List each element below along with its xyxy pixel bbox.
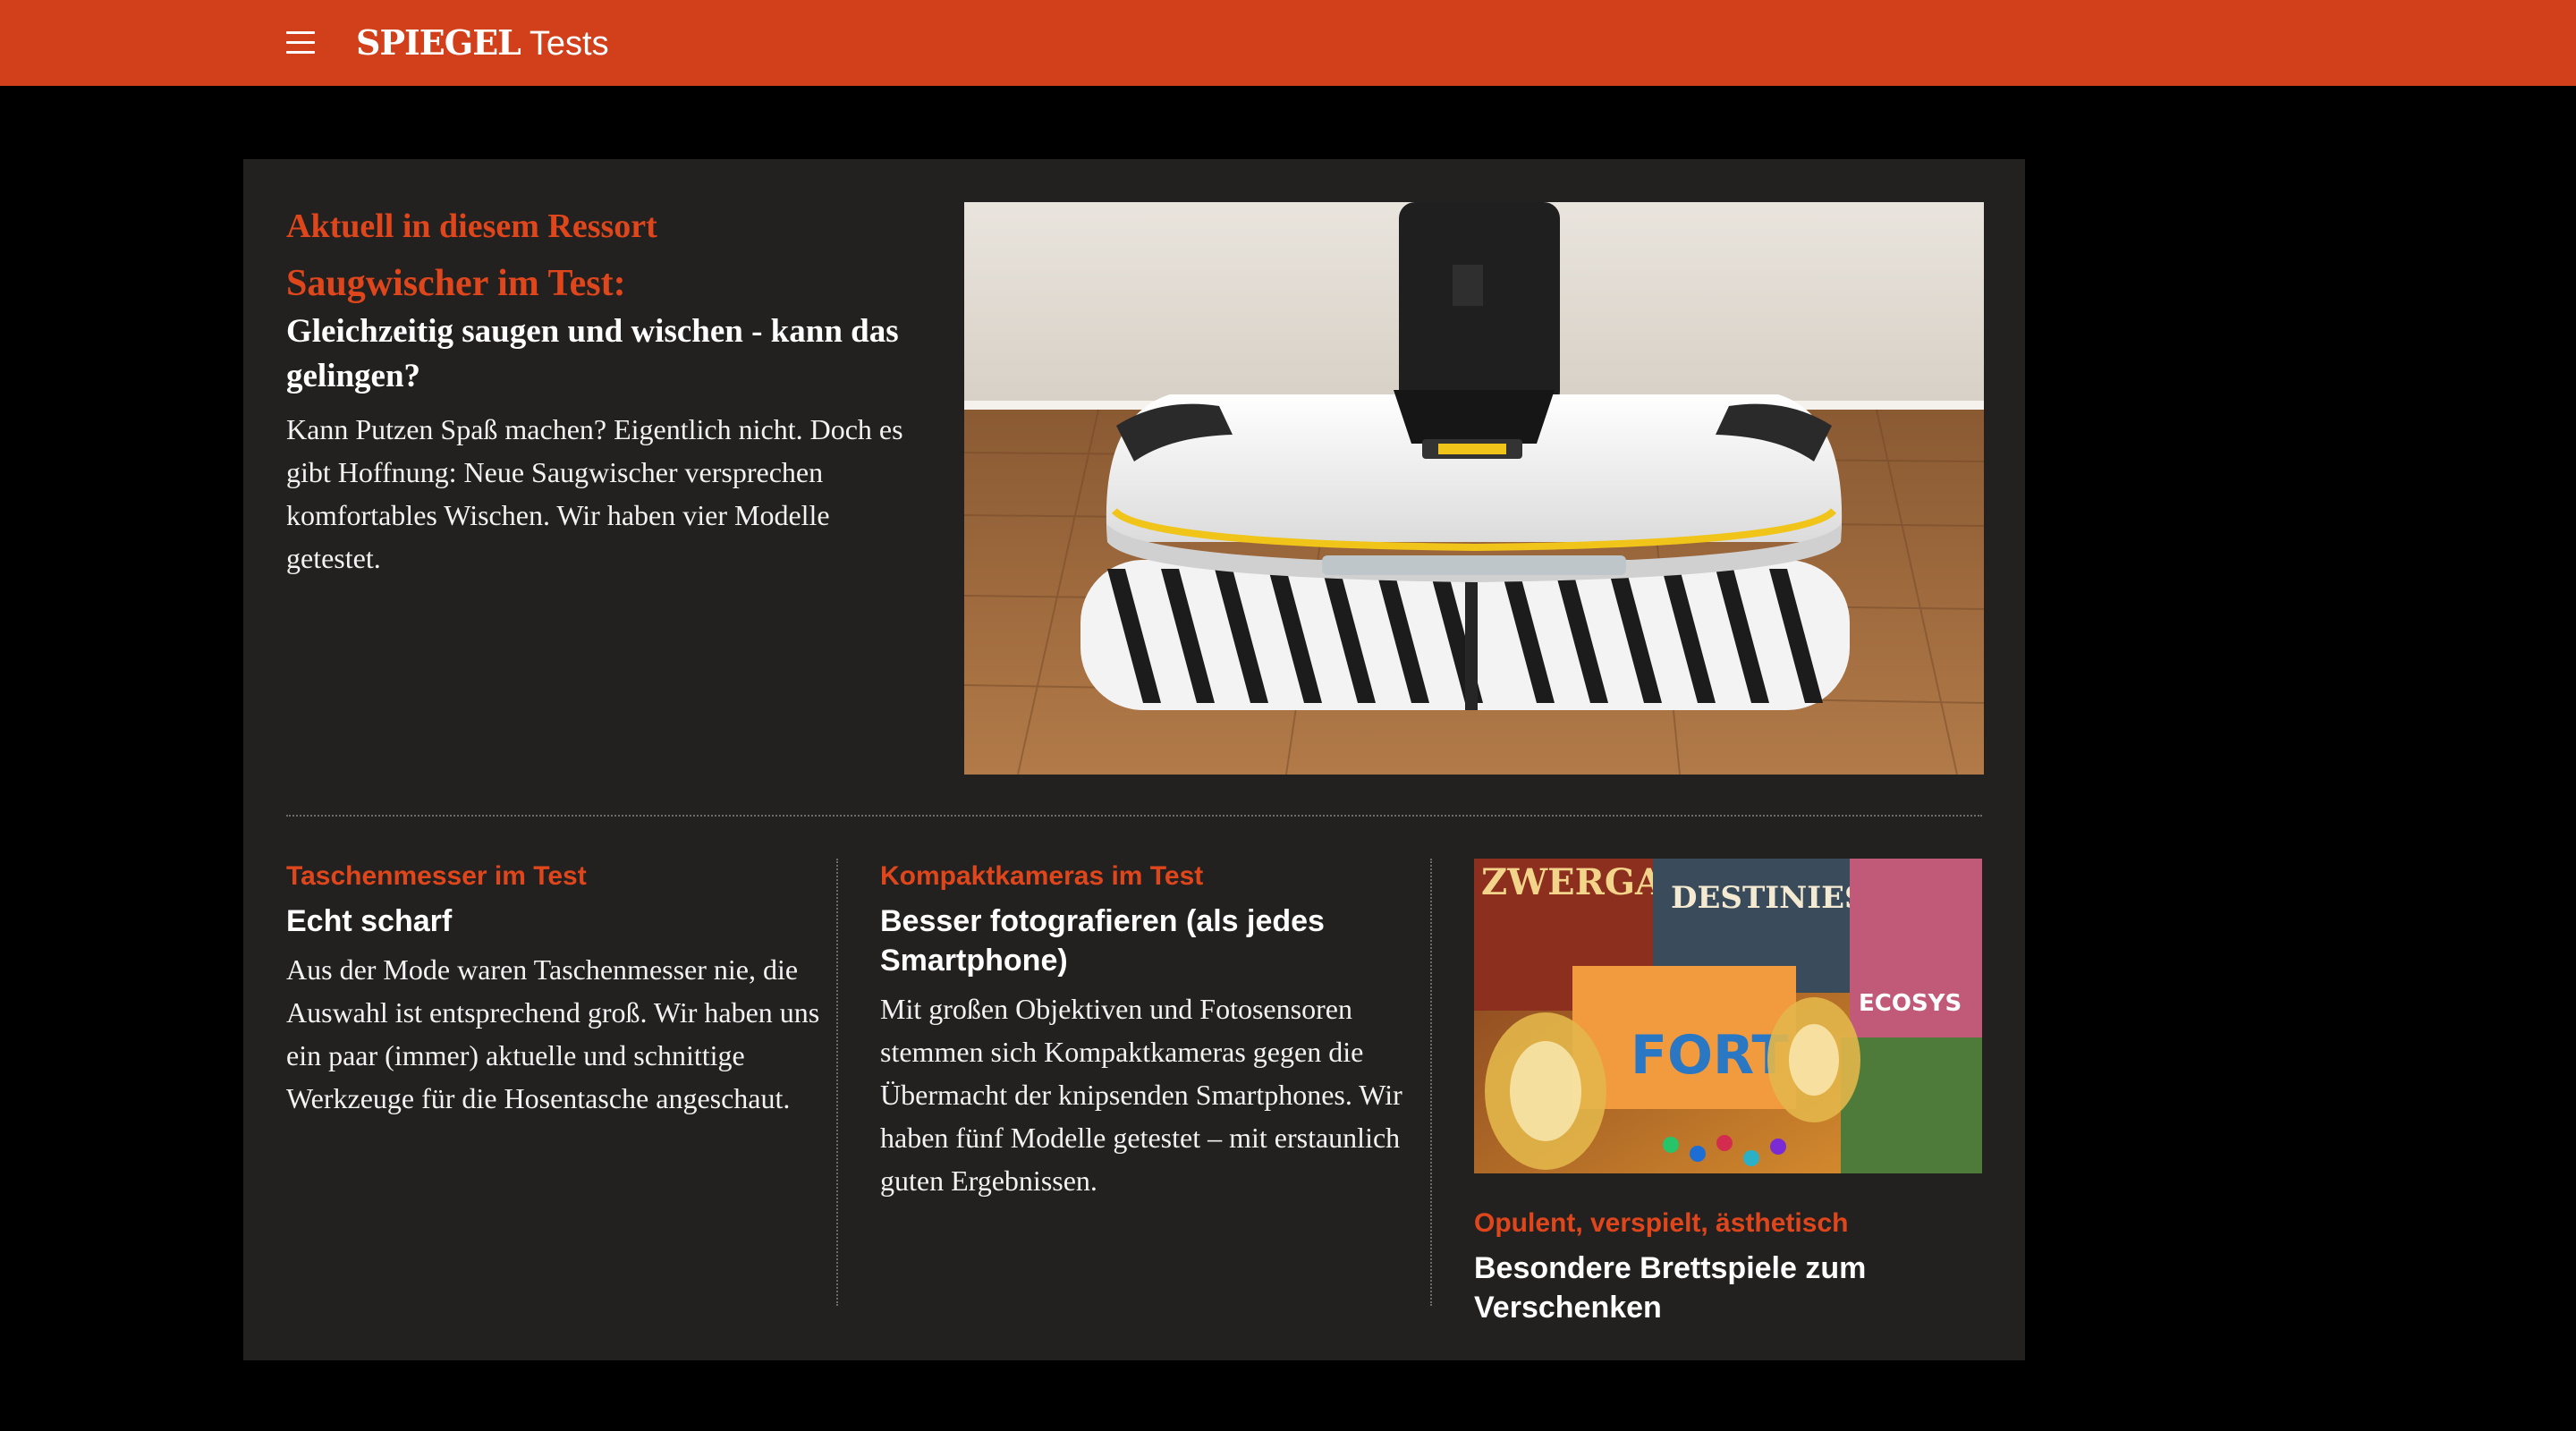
section-name: Tests <box>529 25 609 63</box>
article-kicker: Opulent, verspielt, ästhetisch <box>1474 1208 1849 1238</box>
lead-article-headline: Gleichzeitig saugen und wischen - kann d… <box>286 313 899 394</box>
spiegel-logo: SPIEGEL <box>356 22 521 63</box>
lead-article-teaser: Kann Putzen Spaß machen? Eigentlich nich… <box>286 413 903 574</box>
article-headline: Echt scharf <box>286 904 453 938</box>
article-teaser: Aus der Mode waren Taschenmesser nie, di… <box>286 953 820 1114</box>
article-kicker: Taschenmesser im Test <box>286 861 587 891</box>
lead-article-link[interactable]: Aktuell in diesem Ressort Saugwischer im… <box>286 204 930 580</box>
ressort-label: Aktuell in diesem Ressort <box>286 207 657 245</box>
article-teaser: Mit großen Objektiven und Fotosensoren s… <box>880 993 1402 1197</box>
hamburger-menu-icon[interactable] <box>286 31 315 55</box>
section-divider <box>286 815 1982 817</box>
column-separator <box>1430 859 1432 1306</box>
board-games-photo: ZWERGAR DESTINIES FORT ECOSYS <box>1474 859 1982 1173</box>
article-card-brettspiele[interactable]: ZWERGAR DESTINIES FORT ECOSYS Opulent, v… <box>1474 859 1982 1327</box>
ressort-teaser-panel: Aktuell in diesem Ressort Saugwischer im… <box>243 159 2025 1360</box>
lead-article-image[interactable] <box>964 202 1984 775</box>
lead-article-kicker: Saugwischer im Test: <box>286 263 626 304</box>
game-box-title: FORT <box>1631 1024 1788 1087</box>
game-box-title: DESTINIES <box>1671 880 1867 916</box>
article-kicker: Kompaktkameras im Test <box>880 861 1204 891</box>
game-box-title: ECOSYS <box>1859 990 1962 1017</box>
column-separator <box>836 859 838 1306</box>
top-navigation-bar: SPIEGEL Tests <box>0 0 2576 86</box>
article-card-taschenmesser[interactable]: Taschenmesser im Test Echt scharf Aus de… <box>286 859 823 1120</box>
article-card-kompaktkameras[interactable]: Kompaktkameras im Test Besser fotografie… <box>880 859 1417 1202</box>
article-headline: Besser fotografieren (als jedes Smartpho… <box>880 904 1325 978</box>
article-headline: Besondere Brettspiele zum Verschenken <box>1474 1251 1867 1325</box>
brand-home-link[interactable]: SPIEGEL Tests <box>356 20 609 66</box>
vacuum-mop-photo <box>964 202 1984 775</box>
